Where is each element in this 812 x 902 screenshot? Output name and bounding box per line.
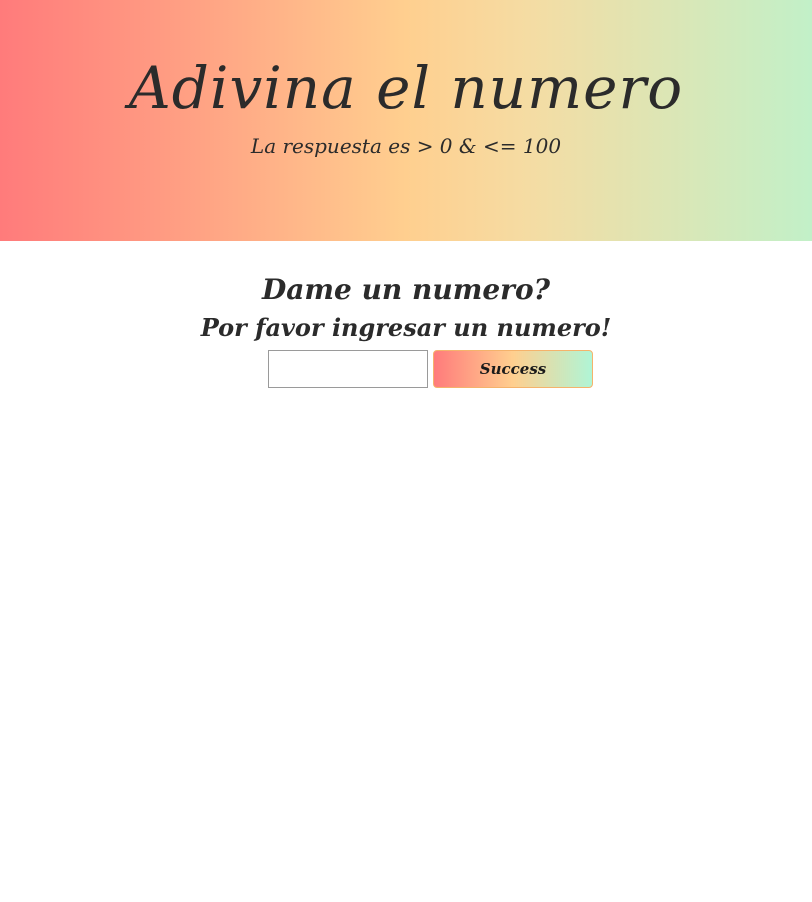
submit-button[interactable]: Success <box>433 350 593 388</box>
game-panel: Dame un numero? Por favor ingresar un nu… <box>0 241 812 902</box>
page-subtitle: La respuesta es > 0 & <= 100 <box>250 134 562 158</box>
page-title: Adivina el numero <box>128 54 684 122</box>
number-input[interactable] <box>268 350 428 388</box>
feedback-message: Por favor ingresar un numero! <box>200 313 612 342</box>
hero-banner: Adivina el numero La respuesta es > 0 & … <box>0 0 812 241</box>
question-heading: Dame un numero? <box>261 273 551 306</box>
